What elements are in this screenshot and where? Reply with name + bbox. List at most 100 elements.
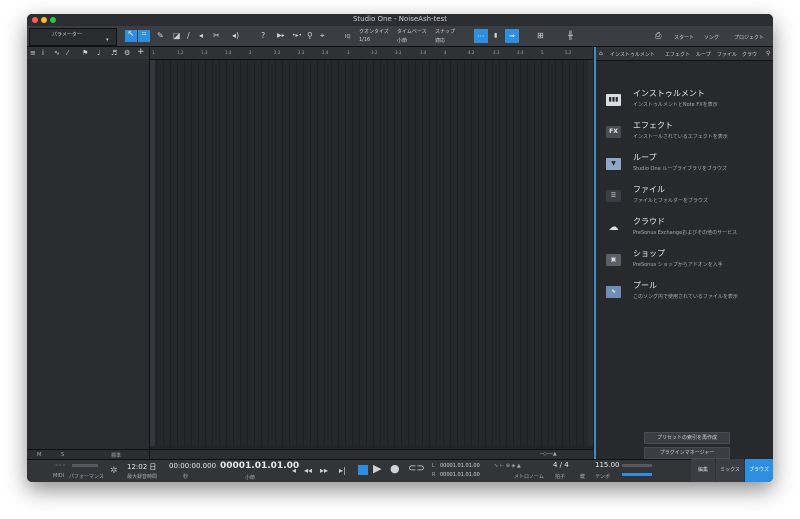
record-icon[interactable]: ●	[390, 463, 400, 474]
bars-display[interactable]: 00001.01.01.00	[220, 461, 299, 471]
browser-item-effects[interactable]: FX エフェクト インストールされているエフェクトを表示	[596, 120, 773, 150]
arrow-tool-icon[interactable]: ↖	[125, 30, 137, 42]
arrange-grid[interactable]	[150, 60, 593, 446]
settings-icon[interactable]: ⚙	[124, 49, 130, 57]
quantize-select[interactable]: 1/16	[359, 37, 370, 43]
rewind-icon[interactable]: ◂◂	[304, 467, 312, 475]
nudge-icon[interactable]: ▶▸	[277, 32, 285, 40]
browser-item-pool[interactable]: ∿ プール このソング内で使用されているファイルを表示	[596, 280, 773, 310]
time-signature[interactable]: 4 / 4	[553, 461, 569, 469]
tab-files[interactable]: ファイル	[717, 51, 737, 58]
ruler-mark: 3.4	[420, 50, 427, 55]
tempo-icon[interactable]: ♩	[97, 49, 100, 57]
tab-edit[interactable]: 編集	[691, 459, 715, 482]
dots-icon[interactable]: •▸•	[292, 32, 302, 40]
window-title: Studio One - NoiseAsh-test	[352, 15, 447, 23]
list-icon[interactable]: ≡	[30, 49, 36, 57]
listen-tool-icon[interactable]: ◂)	[232, 32, 239, 40]
mixer-icon[interactable]: ╫	[568, 32, 573, 40]
follow-icon[interactable]: ⇒	[505, 29, 519, 43]
loop-r-label: R	[432, 472, 436, 478]
arrange-view: 1 1.2 1.3 1.4 2 2.2 2.3 2.4 3 3.2 3.3 3.…	[150, 47, 593, 459]
mute-all-label[interactable]: M	[37, 452, 41, 458]
track-list-panel: ≡ i ∿ ⁄ ⚑ ♩ ♬ ⚙ + M S 標準	[27, 47, 150, 459]
shop-icon: ▣	[606, 254, 621, 266]
range-tool-icon[interactable]: ▫	[138, 30, 150, 42]
playhead-lane	[150, 60, 155, 446]
tempo-display[interactable]: 115.00	[595, 461, 620, 469]
browser-item-loops[interactable]: ▼ ループ Studio One ループライブラリをブラウズ	[596, 152, 773, 182]
mute-tool-icon[interactable]: ◂	[199, 32, 203, 40]
info-icon[interactable]: i	[42, 49, 44, 57]
automation-icon[interactable]: ∿	[54, 49, 60, 57]
clock-time: 12:02 日	[127, 463, 157, 471]
snap-select[interactable]: 適応	[435, 37, 445, 44]
fast-forward-icon[interactable]: ▸▸	[320, 467, 328, 475]
iq-label: IQ	[345, 34, 351, 40]
timebase-select[interactable]: 小節	[397, 37, 407, 44]
loop-toggle-icon[interactable]: ⊂⊃	[408, 464, 425, 474]
vertical-scrollbar[interactable]	[588, 60, 593, 446]
height-preset[interactable]: 標準	[111, 452, 121, 459]
tab-effects[interactable]: エフェクト	[665, 51, 690, 58]
browser-item-instruments[interactable]: ▮▮▮ インストゥルメント インストゥルメントとNote FXを表示	[596, 88, 773, 118]
play-icon[interactable]: ▶	[373, 463, 381, 474]
nav-song[interactable]: ソング	[704, 34, 719, 41]
item-desc: インストゥルメントとNote FXを表示	[633, 102, 718, 108]
tab-cloud[interactable]: クラウ	[742, 51, 757, 58]
home-icon[interactable]: ⌂	[599, 50, 603, 57]
stop-icon[interactable]	[358, 465, 368, 475]
marker-icon[interactable]: ▮	[494, 32, 497, 40]
autoscroll-icon[interactable]: ⌖	[320, 32, 325, 40]
nav-start[interactable]: スタート	[674, 34, 694, 41]
seconds-label: 秒	[183, 474, 189, 480]
flag-icon[interactable]: ⚑	[82, 49, 88, 57]
browser-tabs: ⌂ インストゥルメント エフェクト ループ ファイル クラウ ⚲	[596, 47, 773, 61]
solo-all-label[interactable]: S	[61, 452, 64, 458]
rewind-start-icon[interactable]: ◂	[292, 467, 296, 475]
track-footer: M S 標準	[27, 449, 149, 459]
browser-item-cloud[interactable]: ☁ クラウド PreSonus Exchangeおよびその他のサービス	[596, 216, 773, 246]
curve-icon[interactable]: ⁄	[67, 49, 68, 57]
zoom-icon[interactable]: ⚲	[307, 32, 313, 40]
timeline-ruler[interactable]: 1 1.2 1.3 1.4 2 2.2 2.3 2.4 3 3.2 3.3 3.…	[150, 47, 593, 60]
print-icon[interactable]: ⎙	[655, 32, 661, 40]
loop-r-position[interactable]: 00001.01.01.00	[440, 472, 480, 478]
tab-loops[interactable]: ループ	[696, 51, 711, 58]
bars-label: 小節	[245, 475, 256, 481]
item-title: プール	[633, 281, 657, 290]
browser-item-files[interactable]: ☰ ファイル ファイルとフォルダーをブラウズ	[596, 184, 773, 214]
eraser-tool-icon[interactable]: ◪	[173, 32, 181, 40]
quantize-label: クオンタイズ	[359, 29, 389, 35]
browser-item-shop[interactable]: ▣ ショップ PreSonus ショップからアドオンを入手	[596, 248, 773, 278]
split-tool-icon[interactable]: ✂	[213, 32, 220, 40]
add-track-icon[interactable]: +	[137, 48, 145, 57]
tab-instruments[interactable]: インストゥルメント	[610, 51, 655, 58]
horizontal-scroll-bar[interactable]: ─◇──▲	[150, 449, 593, 459]
item-title: インストゥルメント	[633, 89, 705, 98]
rebuild-preset-index-button[interactable]: プリセットの索引を再作成	[644, 432, 730, 444]
seconds-display[interactable]: 00:00:00.000	[169, 462, 216, 470]
paint-tool-icon[interactable]: ∕	[187, 32, 190, 40]
tempo-label: テンポ	[595, 474, 611, 480]
end-icon[interactable]: ▸|	[339, 467, 346, 475]
instrument-icon[interactable]: ♬	[111, 49, 117, 57]
loop-l-position[interactable]: 00001.01.01.00	[440, 463, 480, 469]
item-desc: Studio One ループライブラリをブラウズ	[633, 166, 727, 172]
master-volume-slider[interactable]	[622, 473, 652, 476]
pencil-tool-icon[interactable]: ✎	[157, 32, 164, 40]
gear-icon[interactable]: ✲	[110, 466, 118, 476]
grid-icon[interactable]: ⊞	[537, 32, 544, 40]
search-icon[interactable]: ⚲	[766, 50, 770, 57]
tab-browse[interactable]: ブラウズ	[745, 459, 773, 482]
track-tools: ≡ i ∿ ⁄ ⚑ ♩ ♬ ⚙ +	[27, 47, 149, 59]
plugin-manager-button[interactable]: プラグインマネージャー	[644, 447, 730, 459]
zoom-slider-icon[interactable]: ─◇──▲	[540, 451, 557, 457]
snap-toggle-icon[interactable]: ⋯	[474, 29, 488, 43]
nav-project[interactable]: プロジェクト	[734, 34, 764, 41]
help-icon[interactable]: ?	[261, 32, 265, 40]
tab-mix[interactable]: ミックス	[716, 459, 744, 482]
metronome-icons[interactable]: ∿ ⊢ ⊕ ◈ ▲	[494, 463, 521, 469]
ruler-mark: 1	[152, 50, 155, 55]
parameter-dropdown[interactable]: パラメーター ▾	[29, 28, 117, 46]
